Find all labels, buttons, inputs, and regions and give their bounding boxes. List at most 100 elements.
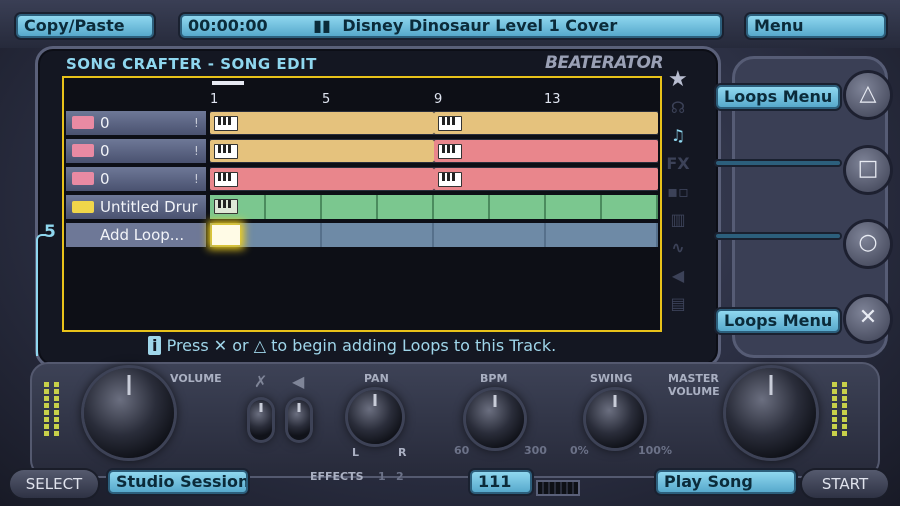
- track-flag-icon: !: [194, 116, 199, 130]
- keys-icon: [438, 116, 462, 131]
- keys-icon: [438, 172, 462, 187]
- loop-clip[interactable]: [210, 112, 434, 134]
- track-row-3[interactable]: 0 !: [64, 167, 660, 191]
- swing-min-label: 0%: [570, 444, 589, 457]
- volume-label: VOLUME: [170, 372, 222, 385]
- song-title: Disney Dinosaur Level 1 Cover: [342, 16, 618, 35]
- keys-icon: [438, 144, 462, 159]
- track-flag-icon: !: [194, 144, 199, 158]
- track-label-text: 0: [100, 170, 110, 188]
- drum-pattern-icon: [72, 201, 94, 213]
- loop-clip[interactable]: [210, 168, 434, 190]
- track-label-3[interactable]: 0 !: [66, 167, 206, 191]
- select-button[interactable]: SELECT: [10, 470, 98, 498]
- add-loop-row[interactable]: Add Loop...: [64, 223, 660, 247]
- loop-cursor[interactable]: [212, 225, 240, 245]
- info-icon: i: [148, 336, 162, 355]
- add-loop-lane[interactable]: [210, 223, 658, 247]
- copy-paste-button[interactable]: Copy/Paste: [16, 14, 154, 38]
- studio-session-button[interactable]: Studio Session: [108, 470, 248, 494]
- add-loop-text: Add Loop...: [100, 226, 185, 244]
- track-flag-icon: !: [194, 172, 199, 186]
- menu-button[interactable]: Menu: [746, 14, 886, 38]
- master-volume-knob[interactable]: [726, 368, 816, 458]
- swing-max-label: 100%: [638, 444, 672, 457]
- pan-label: PAN: [364, 372, 389, 385]
- square-button-icon[interactable]: □: [846, 148, 890, 192]
- song-info-bar: 00:00:00 ▮▮ Disney Dinosaur Level 1 Cove…: [180, 14, 722, 38]
- speaker-icon[interactable]: ◀: [292, 372, 304, 391]
- pan-left-label: L: [352, 446, 360, 459]
- master-volume-label: MASTER VOLUME: [668, 372, 720, 398]
- mute-icon[interactable]: ✗: [254, 372, 267, 391]
- drum-icon[interactable]: ▪▫: [664, 182, 692, 210]
- drum-icon: [214, 199, 238, 214]
- keyboard-icon[interactable]: ▥: [664, 210, 692, 238]
- keys-icon: [214, 144, 238, 159]
- effects-1-label[interactable]: 1: [378, 470, 386, 483]
- battery-icon: [536, 480, 580, 496]
- hint-text: Press ✕ or △ to begin adding Loops to th…: [166, 336, 557, 355]
- music-note-icon[interactable]: ♫: [664, 126, 692, 154]
- fx-icon[interactable]: FX: [664, 154, 692, 182]
- triangle-button-icon[interactable]: △: [846, 73, 890, 117]
- track-label-1[interactable]: 0 !: [66, 111, 206, 135]
- start-button[interactable]: START: [802, 470, 888, 498]
- ruler-bar-5: 5: [322, 92, 331, 107]
- track-row-4[interactable]: Untitled Drur: [64, 195, 660, 219]
- bpm-max-label: 300: [524, 444, 547, 457]
- level-meter-right-2: [842, 382, 847, 438]
- track-label-text: 0: [100, 114, 110, 132]
- track-lane-1[interactable]: [210, 111, 658, 135]
- hint-bar: i Press ✕ or △ to begin adding Loops to …: [148, 336, 556, 355]
- track-lane-2[interactable]: [210, 139, 658, 163]
- loop-clip[interactable]: [434, 168, 658, 190]
- circle-button-icon[interactable]: ○: [846, 222, 890, 266]
- track-label-2[interactable]: 0 !: [66, 139, 206, 163]
- screen-title: SONG CRAFTER - SONG EDIT: [66, 55, 317, 73]
- track-lane-3[interactable]: [210, 167, 658, 191]
- track-row-1[interactable]: 0 !: [64, 111, 660, 135]
- keys-icon: [214, 116, 238, 131]
- star-icon: ★: [668, 67, 688, 92]
- level-meter-left: [44, 382, 49, 438]
- effect-2-knob[interactable]: [288, 400, 310, 440]
- track-bracket: [36, 234, 46, 356]
- loop-clip[interactable]: [210, 140, 434, 162]
- beaterator-app: Copy/Paste 00:00:00 ▮▮ Disney Dinosaur L…: [0, 0, 900, 506]
- swing-knob[interactable]: [586, 390, 644, 448]
- pause-icon: ▮▮: [313, 16, 331, 35]
- keyboard-icon: [72, 172, 94, 185]
- cross-button-icon[interactable]: ✕: [846, 297, 890, 341]
- circle-action-label[interactable]: [716, 234, 840, 238]
- add-loop-label[interactable]: Add Loop...: [66, 223, 206, 247]
- track-row-2[interactable]: 0 !: [64, 139, 660, 163]
- loop-clip[interactable]: [434, 140, 658, 162]
- effect-1-knob[interactable]: [250, 400, 272, 440]
- timecode: 00:00:00: [188, 16, 268, 35]
- bpm-min-label: 60: [454, 444, 470, 457]
- volume-knob[interactable]: [84, 368, 174, 458]
- level-meter-right: [832, 382, 837, 438]
- track-lane-4[interactable]: [210, 195, 658, 219]
- square-action-label[interactable]: [716, 161, 840, 165]
- track-label-4[interactable]: Untitled Drur: [66, 195, 206, 219]
- bpm-value: 111: [470, 470, 532, 494]
- level-meter-left-2: [54, 382, 59, 438]
- cross-action-label[interactable]: Loops Menu: [716, 309, 840, 333]
- pan-knob[interactable]: [348, 390, 402, 444]
- effects-2-label[interactable]: 2: [396, 470, 404, 483]
- ruler-bar-1: 1: [210, 92, 219, 107]
- mixer-icon[interactable]: ▤: [664, 294, 692, 322]
- bpm-knob[interactable]: [466, 390, 524, 448]
- keys-icon: [214, 172, 238, 187]
- triangle-action-label[interactable]: Loops Menu: [716, 85, 840, 109]
- loop-clip[interactable]: [434, 112, 658, 134]
- speaker-icon[interactable]: ◀: [664, 266, 692, 294]
- track-type-icons: ☊ ♫ FX ▪▫ ▥ ∿ ◀ ▤: [664, 98, 692, 322]
- play-song-button[interactable]: Play Song: [656, 470, 796, 494]
- headphone-icon[interactable]: ☊: [664, 98, 692, 126]
- keyboard-icon: [72, 144, 94, 157]
- track-label-text: 0: [100, 142, 110, 160]
- waveform-icon[interactable]: ∿: [664, 238, 692, 266]
